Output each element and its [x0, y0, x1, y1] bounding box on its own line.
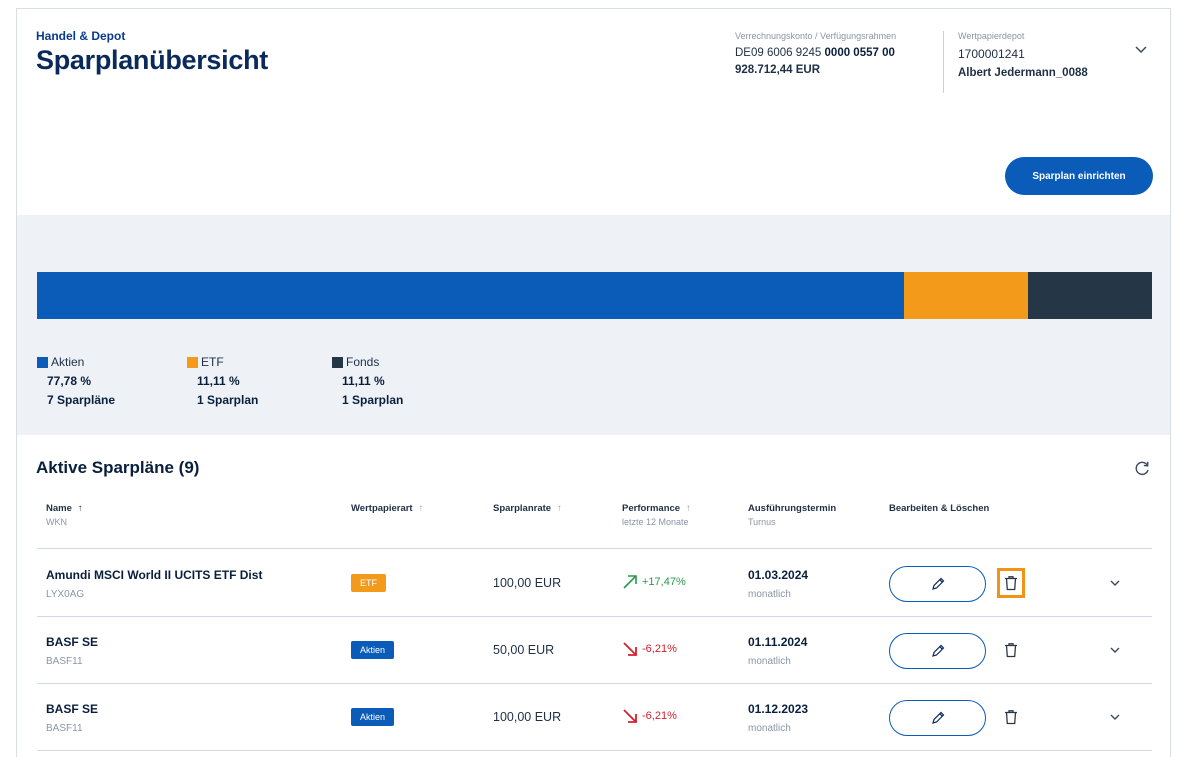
security-name[interactable]: Amundi MSCI World II UCITS ETF Dist [46, 568, 262, 582]
execution-date: 01.11.2024 [748, 635, 808, 649]
legend-swatch [37, 356, 48, 368]
security-name[interactable]: BASF SE [46, 702, 98, 716]
table-header: Name ↑ WKN Wertpapierart ↑ Sparplanrate ↑ Perfo… [37, 503, 1152, 549]
legend-count: 7 Sparpläne [47, 393, 116, 407]
security-wkn: LYX0AG [46, 589, 85, 600]
legend-item: Aktien 77,78 % 7 Sparpläne [37, 355, 115, 407]
sort-arrow-icon[interactable]: ↑ [78, 503, 83, 514]
savings-rate: 50,00 EUR [493, 643, 555, 657]
pencil-icon [931, 644, 944, 657]
edit-button[interactable] [889, 633, 986, 669]
column-subheader: Turnus [748, 517, 776, 527]
legend-item: ETF 11,11 % 1 Sparplan [187, 355, 258, 407]
security-type-badge: ETF [351, 574, 386, 592]
legend-label: Aktien [51, 355, 85, 369]
legend-percent: 11,11 % [342, 374, 385, 388]
legend-label: Fonds [346, 355, 380, 369]
savings-rate: 100,00 EUR [493, 576, 562, 590]
depot-label: Wertpapierdepot [958, 31, 1025, 41]
depot-number: 1700001241 [958, 47, 1025, 61]
table-row[interactable]: Amundi MSCI World II UCITS ETF Dist LYX0A… [37, 550, 1152, 617]
column-header: Bearbeiten & Löschen [889, 503, 990, 514]
trash-icon [1005, 643, 1017, 658]
chevron-down-icon[interactable] [1107, 709, 1123, 725]
edit-button[interactable] [889, 566, 986, 602]
interval: monatlich [748, 723, 791, 734]
chevron-down-icon[interactable] [1107, 642, 1123, 658]
column-subheader: WKN [46, 517, 67, 527]
chevron-down-icon[interactable] [1107, 575, 1123, 591]
security-wkn: BASF11 [46, 656, 83, 667]
header-divider [943, 31, 944, 93]
performance-value: -6,21% [642, 710, 677, 722]
delete-button[interactable] [997, 568, 1025, 598]
legend-count: 1 Sparplan [197, 393, 259, 407]
sort-arrow-icon[interactable]: ↑ [557, 503, 562, 514]
column-subheader: letzte 12 Monate [622, 517, 689, 527]
security-name[interactable]: BASF SE [46, 635, 98, 649]
security-type-badge: Aktien [351, 641, 395, 659]
legend-item: Fonds 11,11 % 1 Sparplan [332, 355, 403, 407]
interval: monatlich [748, 589, 791, 600]
legend-swatch [187, 356, 198, 368]
column-header[interactable]: Wertpapierart ↑ [351, 503, 423, 514]
sort-arrow-icon[interactable]: ↑ [419, 503, 424, 514]
execution-date: 01.12.2023 [748, 702, 809, 716]
performance: -6,21% [622, 708, 677, 724]
trash-icon [1005, 710, 1017, 725]
performance: +17,47% [622, 574, 686, 590]
performance-value: -6,21% [642, 643, 677, 655]
performance: -6,21% [622, 641, 677, 657]
depot-owner: Albert Jedermann_0088 [958, 67, 1088, 79]
sort-arrow-icon[interactable]: ↑ [686, 503, 691, 514]
trend-up-icon [623, 575, 637, 589]
account-balance: 928.712,44 EUR [735, 64, 821, 76]
security-wkn: BASF11 [46, 723, 83, 734]
allocation-segment-fonds [1028, 272, 1152, 319]
allocation-segment-aktien [37, 272, 905, 319]
legend-count: 1 Sparplan [342, 393, 404, 407]
table-row[interactable]: BASF SE BASF11 Aktien 50,00 EUR -6,21% 01.11.… [37, 617, 1152, 684]
savings-rate: 100,00 EUR [493, 710, 562, 724]
allocation-bar [37, 272, 1152, 319]
section-title: Aktive Sparpläne (9) [36, 458, 200, 477]
account-label: Verrechnungskonto / Verfügungsrahmen [735, 31, 897, 41]
table-row[interactable]: BASF SE BASF11 Aktien 100,00 EUR -6,21% 01.12… [37, 684, 1152, 751]
column-header[interactable]: Performance ↑ letzte 12 Monate [622, 503, 691, 527]
trash-icon [1005, 576, 1017, 591]
allocation-segment-etf [904, 272, 1029, 319]
breadcrumb[interactable]: Handel & Depot [36, 29, 125, 43]
execution-date: 01.03.2024 [748, 568, 809, 582]
pencil-icon [931, 711, 944, 724]
account-iban: DE09 6006 9245 0000 0557 00 [735, 47, 895, 59]
pencil-icon [931, 577, 944, 590]
page-title: Sparplanübersicht [36, 45, 268, 75]
edit-button[interactable] [889, 700, 986, 736]
legend-percent: 11,11 % [197, 374, 240, 388]
performance-value: +17,47% [642, 576, 686, 588]
summary-panel: Aktien 77,78 % 7 Sparpläne ETF 11,11 % 1 Spar… [17, 215, 1170, 435]
refresh-icon[interactable] [1132, 458, 1152, 478]
page-frame: Handel & Depot Sparplanübersicht Verrech… [16, 8, 1171, 757]
legend-swatch [332, 356, 343, 368]
trend-down-icon [623, 709, 637, 723]
interval: monatlich [748, 656, 791, 667]
trend-down-icon [623, 642, 637, 656]
chevron-down-icon[interactable] [1133, 41, 1149, 57]
delete-button[interactable] [997, 635, 1025, 665]
depot-info: Wertpapierdepot 1700001241 Albert Jederm… [958, 31, 1088, 79]
column-header[interactable]: Name ↑ WKN [46, 503, 83, 527]
create-savings-plan-button[interactable]: Sparplan einrichten [1005, 157, 1153, 195]
account-info: Verrechnungskonto / Verfügungsrahmen DE0… [735, 31, 935, 76]
column-header: Ausführungstermin Turnus [748, 503, 837, 527]
column-header[interactable]: Sparplanrate ↑ [493, 503, 562, 514]
delete-button[interactable] [997, 702, 1025, 732]
security-type-badge: Aktien [351, 708, 395, 726]
legend-label: ETF [201, 355, 224, 369]
legend-percent: 77,78 % [47, 374, 92, 388]
